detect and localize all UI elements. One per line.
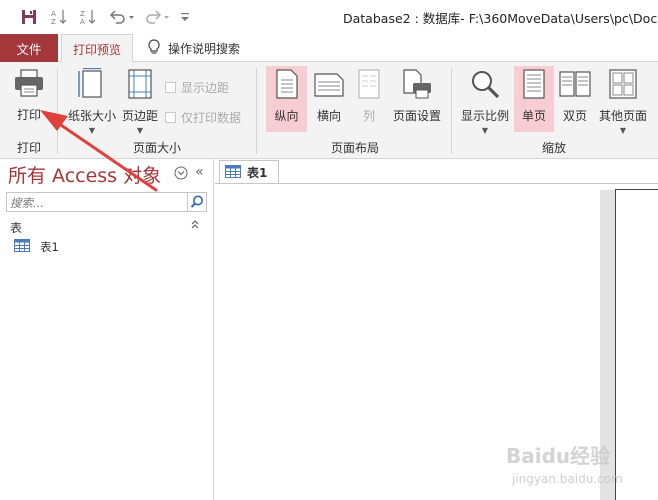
group-label-zoom: 缩放 xyxy=(542,141,567,155)
search-box[interactable]: 搜索... xyxy=(6,192,207,212)
two-pages-label: 双页 xyxy=(562,109,587,123)
print-data-only-checkbox[interactable]: 仅打印数据 xyxy=(165,109,241,126)
show-margins-checkbox[interactable]: 显示边距 xyxy=(165,79,229,96)
table-icon xyxy=(225,164,241,181)
window-title: Database2 : 数据库- F:\360MoveData\Users\pc… xyxy=(343,11,658,26)
columns-label: 列 xyxy=(362,109,375,123)
columns-button[interactable]: 列 xyxy=(353,69,385,129)
group-divider xyxy=(57,68,58,154)
page-setup-button[interactable]: 页面设置 xyxy=(390,69,444,129)
svg-text:Z: Z xyxy=(80,10,85,18)
print-button[interactable]: 打印 xyxy=(8,68,50,128)
navigation-pane: 所有 Access 对象 « 搜索... 表 表1 xyxy=(0,159,214,500)
landscape-button[interactable]: 横向 xyxy=(311,69,347,129)
watermark-logo: Baidu经验 xyxy=(506,444,611,468)
zoom-label: 显示比例 xyxy=(460,109,509,123)
nav-item-table1[interactable]: 表1 xyxy=(14,239,59,255)
portrait-button[interactable]: 纵向 xyxy=(266,66,307,132)
one-page-button[interactable]: 单页 xyxy=(514,66,554,132)
portrait-label: 纵向 xyxy=(274,109,299,123)
lightbulb-icon xyxy=(148,39,160,58)
checkbox-box xyxy=(165,82,176,93)
group-label-print: 打印 xyxy=(17,141,42,155)
show-margins-label: 显示边距 xyxy=(181,81,230,95)
two-pages-button[interactable]: 双页 xyxy=(557,69,593,129)
checkbox-box xyxy=(165,112,176,123)
svg-text:A: A xyxy=(51,10,56,18)
sort-ascending-icon[interactable]: AZ xyxy=(49,7,69,27)
document-tab[interactable]: 表1 xyxy=(219,160,279,184)
columns-icon xyxy=(357,69,381,102)
group-header-tables[interactable]: 表 xyxy=(10,219,22,236)
print-label: 打印 xyxy=(16,108,41,122)
magnifier-icon xyxy=(470,69,500,102)
group-divider xyxy=(451,68,452,154)
group-label-page-layout: 页面布局 xyxy=(331,141,380,155)
ribbon-tabs: 文件 打印预览 操作说明搜索 xyxy=(0,33,658,63)
search-placeholder: 搜索... xyxy=(10,196,44,210)
chevron-down-icon: ▼ xyxy=(136,126,144,135)
save-icon[interactable] xyxy=(18,7,40,27)
chevron-down-icon: ▼ xyxy=(88,126,96,135)
nav-menu-chevron-icon[interactable] xyxy=(174,166,188,183)
landscape-label: 横向 xyxy=(316,109,341,123)
paper-size-label: 纸张大小 xyxy=(67,109,116,123)
tell-me-label: 操作说明搜索 xyxy=(168,42,241,56)
print-data-only-label: 仅打印数据 xyxy=(181,111,242,125)
tab-file[interactable]: 文件 xyxy=(0,34,58,62)
paper-size-icon xyxy=(77,67,107,103)
printer-icon xyxy=(13,68,45,101)
one-page-label: 单页 xyxy=(521,109,546,123)
single-page-icon xyxy=(522,69,546,102)
page-setup-icon xyxy=(401,69,433,102)
preview-page[interactable] xyxy=(615,189,658,500)
customize-toolbar-icon[interactable] xyxy=(178,7,192,27)
chevron-down-icon: ▼ xyxy=(481,126,489,135)
nav-pane-title[interactable]: 所有 Access 对象 xyxy=(8,161,161,188)
sort-descending-icon[interactable]: ZA xyxy=(78,7,98,27)
page-setup-label: 页面设置 xyxy=(392,109,441,123)
two-pages-icon xyxy=(559,69,591,102)
margins-button[interactable]: 页边距 ▼ xyxy=(120,68,160,138)
svg-text:A: A xyxy=(80,18,85,26)
ribbon: 打印 打印 纸张大小 ▼ 页边距 ▼ 显示边距 仅打印数据 页面大小 纵向 横向… xyxy=(0,62,658,159)
collapse-group-icon[interactable] xyxy=(190,219,200,232)
multiple-pages-icon xyxy=(608,69,638,102)
tab-print-preview[interactable]: 打印预览 xyxy=(61,34,133,63)
more-pages-label: 其他页面 xyxy=(598,109,647,123)
margins-label: 页边距 xyxy=(121,109,158,123)
paper-size-button[interactable]: 纸张大小 ▼ xyxy=(66,67,118,138)
search-icon[interactable] xyxy=(187,193,206,211)
portrait-page-icon xyxy=(275,69,299,102)
landscape-page-icon xyxy=(314,69,344,102)
table-icon xyxy=(14,239,30,255)
title-bar: AZ ZA Database2 : 数据库- F:\360MoveData\Us… xyxy=(0,0,658,33)
svg-text:Z: Z xyxy=(51,18,56,26)
watermark-url: jingyan.baidu.com xyxy=(512,472,623,486)
chevron-down-icon: ▼ xyxy=(619,126,627,135)
undo-icon[interactable] xyxy=(107,7,137,27)
group-label-page-size: 页面大小 xyxy=(133,141,182,155)
tell-me-search[interactable]: 操作说明搜索 xyxy=(148,39,240,58)
redo-icon[interactable] xyxy=(142,7,172,27)
nav-item-label: 表1 xyxy=(40,240,59,254)
group-divider xyxy=(256,68,257,154)
zoom-button[interactable]: 显示比例 ▼ xyxy=(459,69,511,139)
more-pages-button[interactable]: 其他页面 ▼ xyxy=(596,69,650,139)
margins-icon xyxy=(125,68,155,103)
document-tab-label: 表1 xyxy=(247,166,268,180)
collapse-pane-icon[interactable]: « xyxy=(195,164,204,180)
